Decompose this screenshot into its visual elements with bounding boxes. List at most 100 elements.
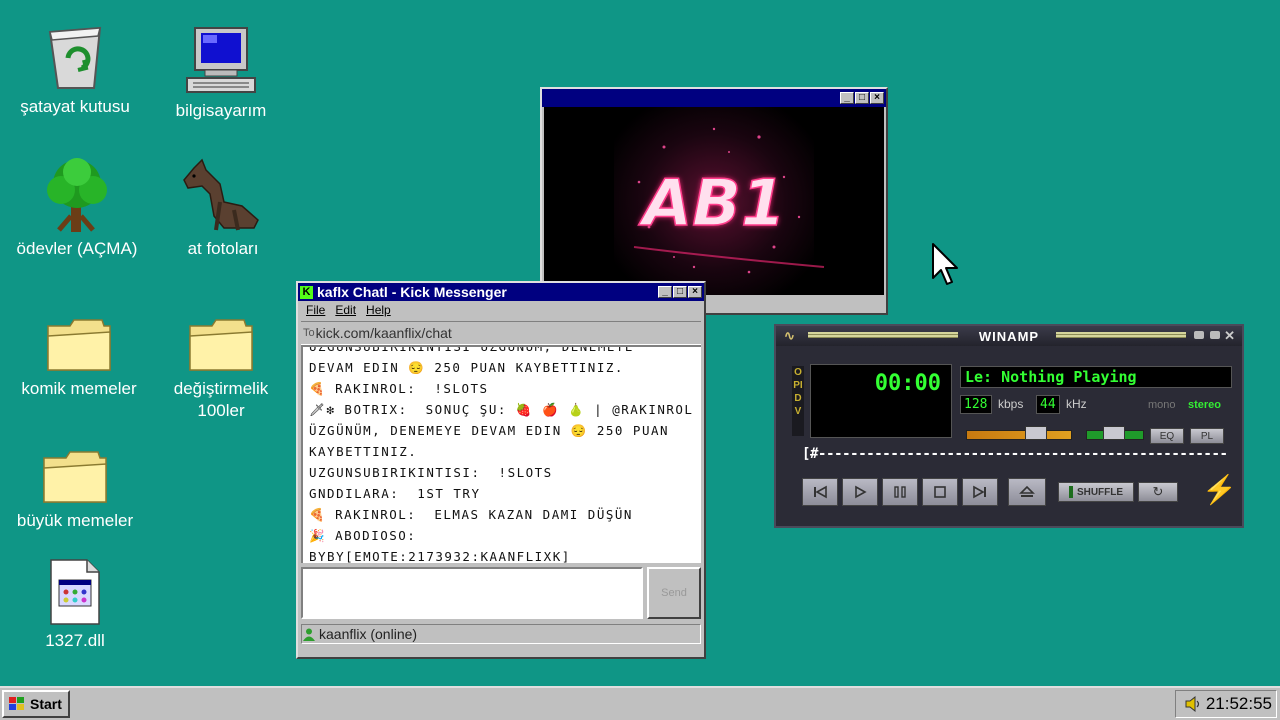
winamp-track-display[interactable]: Le: Nothing Playing <box>960 366 1232 388</box>
winamp-khz-label: kHz <box>1066 397 1087 411</box>
winamp-player[interactable]: ∿ WINAMP ✕ OPIDV 00:00 Le: Nothing Playi… <box>774 324 1244 528</box>
winamp-stop-button[interactable] <box>922 478 958 506</box>
menu-edit[interactable]: Edit <box>335 303 356 319</box>
clock[interactable]: 21:52:55 <box>1206 694 1272 714</box>
desktop-icon-funny-memes[interactable]: komik memeler <box>14 296 144 400</box>
chat-message: 🗡❇ botrix: sonuç şu: 🍓 🍎 🍐 | @rakinrol ü… <box>309 402 694 459</box>
send-button[interactable]: Send <box>647 567 701 619</box>
tree-icon <box>47 158 107 232</box>
close-button[interactable]: × <box>870 92 884 104</box>
desktop-icon-recycle-bin[interactable]: şatayat kutusu <box>10 14 140 118</box>
desktop-icon-dll-file[interactable]: 1327.dll <box>10 548 140 652</box>
desktop-icon-homework[interactable]: ödevler (AÇMA) <box>12 156 142 260</box>
desktop-icon-label: büyük memeler <box>16 511 134 530</box>
chat-menubar: File Edit Help <box>298 301 704 321</box>
winamp-lightning-icon[interactable]: ⚡ <box>1202 476 1237 504</box>
winamp-titlebar[interactable]: ∿ WINAMP ✕ <box>776 326 1242 346</box>
recycle-bin-icon <box>48 26 102 89</box>
desktop-icon-label: at fotoları <box>187 239 259 258</box>
winamp-close-button[interactable]: ✕ <box>1224 328 1236 344</box>
winamp-time: 00:00 <box>874 371 941 396</box>
minimize-button[interactable]: _ <box>658 286 672 298</box>
winamp-side-label: OPIDV <box>792 366 804 436</box>
mouse-cursor-icon <box>932 243 958 285</box>
winamp-pause-button[interactable] <box>882 478 918 506</box>
volume-speaker-icon[interactable] <box>1184 695 1202 713</box>
chat-message: 🍕 rakinrol: !slots <box>309 381 489 396</box>
winamp-volume-slider[interactable] <box>966 430 1072 440</box>
stop-icon <box>934 486 946 498</box>
menu-file[interactable]: File <box>306 303 325 319</box>
user-online-icon <box>303 628 315 641</box>
winamp-seek-bar[interactable]: [#--------------------------------------… <box>802 446 1228 468</box>
folder-icon <box>189 319 253 371</box>
desktop-icon-big-memes[interactable]: büyük memeler <box>10 428 140 532</box>
chat-titlebar[interactable]: K kaflx Chatl - Kick Messenger _ □ × <box>298 283 704 301</box>
chat-message: devam edin 😔 250 puan kaybettiniz. <box>309 360 624 375</box>
desktop-icon-spare-100s[interactable]: değiştirmelik 100ler <box>156 296 286 422</box>
start-button[interactable]: Start <box>2 690 70 718</box>
chat-window[interactable]: K kaflx Chatl - Kick Messenger _ □ × Fil… <box>296 281 706 659</box>
address-prefix-icon: To <box>303 327 315 339</box>
chat-statusbar: kaanflix (online) <box>301 624 701 644</box>
winamp-minimize-button[interactable] <box>1194 331 1204 339</box>
winamp-kbps: 128 <box>964 397 988 412</box>
winamp-next-button[interactable] <box>962 478 998 506</box>
desktop-icon-label: ödevler (AÇMA) <box>16 239 138 258</box>
winamp-shuffle-button[interactable]: SHUFFLE <box>1058 482 1134 502</box>
desktop-icon-label: bilgisayarım <box>175 101 267 120</box>
play-icon <box>855 485 867 499</box>
desktop-icon-label: şatayat kutusu <box>20 97 130 116</box>
chat-log[interactable]: üzgünsübirikintisi üzgünüm, denemeye dev… <box>301 345 701 563</box>
winamp-khz: 44 <box>1040 397 1056 412</box>
maximize-button[interactable]: □ <box>855 92 869 104</box>
winamp-shade-button[interactable] <box>1210 331 1220 339</box>
desktop-icon-label: değiştirmelik 100ler <box>173 379 269 420</box>
address-url: kick.com/kaanflix/chat <box>315 325 452 341</box>
taskbar: Start 21:52:55 <box>0 686 1280 720</box>
winamp-previous-button[interactable] <box>802 478 838 506</box>
status-user: kaanflix (online) <box>319 626 418 642</box>
address-bar[interactable]: To kick.com/kaanflix/chat <box>301 321 701 345</box>
winamp-time-display[interactable]: 00:00 <box>810 364 952 438</box>
close-button[interactable]: × <box>688 286 702 298</box>
folder-icon <box>43 451 107 503</box>
chat-input[interactable] <box>301 567 643 619</box>
winamp-mono-indicator: mono <box>1148 399 1176 411</box>
computer-icon <box>186 27 256 93</box>
desktop-icon-label: komik memeler <box>21 379 137 398</box>
desktop-icon-label: 1327.dll <box>45 631 105 650</box>
video-titlebar[interactable]: _ □ × <box>542 89 886 107</box>
chat-window-title: kaflx Chatl - Kick Messenger <box>317 284 507 300</box>
chat-message: 🎉 abodioso: <box>309 528 417 543</box>
winamp-eject-button[interactable] <box>1008 478 1046 506</box>
winamp-title: WINAMP <box>978 328 1040 344</box>
winamp-balance-thumb[interactable] <box>1103 426 1125 440</box>
start-label: Start <box>30 696 62 712</box>
logo-text: AB1 <box>638 167 786 241</box>
kick-logo-icon: K <box>300 285 313 299</box>
desktop-icon-horse-photos[interactable]: at fotoları <box>158 156 288 260</box>
chat-message: 🍕 rakinrol: elmas kazan damı düşün <box>309 507 633 522</box>
maximize-button[interactable]: □ <box>673 286 687 298</box>
windows-logo-icon <box>9 697 24 710</box>
video-player[interactable]: AB1 AB1 <box>544 107 884 295</box>
chat-message: byby[emote:2173932:kaanflixk] <box>309 549 571 563</box>
winamp-eq-button[interactable]: EQ <box>1150 428 1184 444</box>
chat-message: gnddilara: 1st try <box>309 486 481 501</box>
shuffle-led-icon <box>1068 486 1073 498</box>
winamp-playlist-button[interactable]: PL <box>1190 428 1224 444</box>
chat-message: üzgünsübirikintisi üzgünüm, denemeye <box>309 345 634 354</box>
pause-icon <box>894 486 906 498</box>
previous-icon <box>814 485 827 499</box>
chat-message: uzgunsubirikintisi: !slots <box>309 465 553 480</box>
desktop-icon-my-computer[interactable]: bilgisayarım <box>156 18 286 122</box>
repeat-icon: ↻ <box>1152 484 1164 499</box>
minimize-button[interactable]: _ <box>840 92 854 104</box>
neon-logo-graphic: AB1 AB1 <box>614 107 825 295</box>
menu-help[interactable]: Help <box>366 303 391 319</box>
winamp-volume-thumb[interactable] <box>1025 426 1048 440</box>
winamp-repeat-button[interactable]: ↻ <box>1138 482 1178 502</box>
winamp-play-button[interactable] <box>842 478 878 506</box>
winamp-logo-icon: ∿ <box>784 328 796 343</box>
